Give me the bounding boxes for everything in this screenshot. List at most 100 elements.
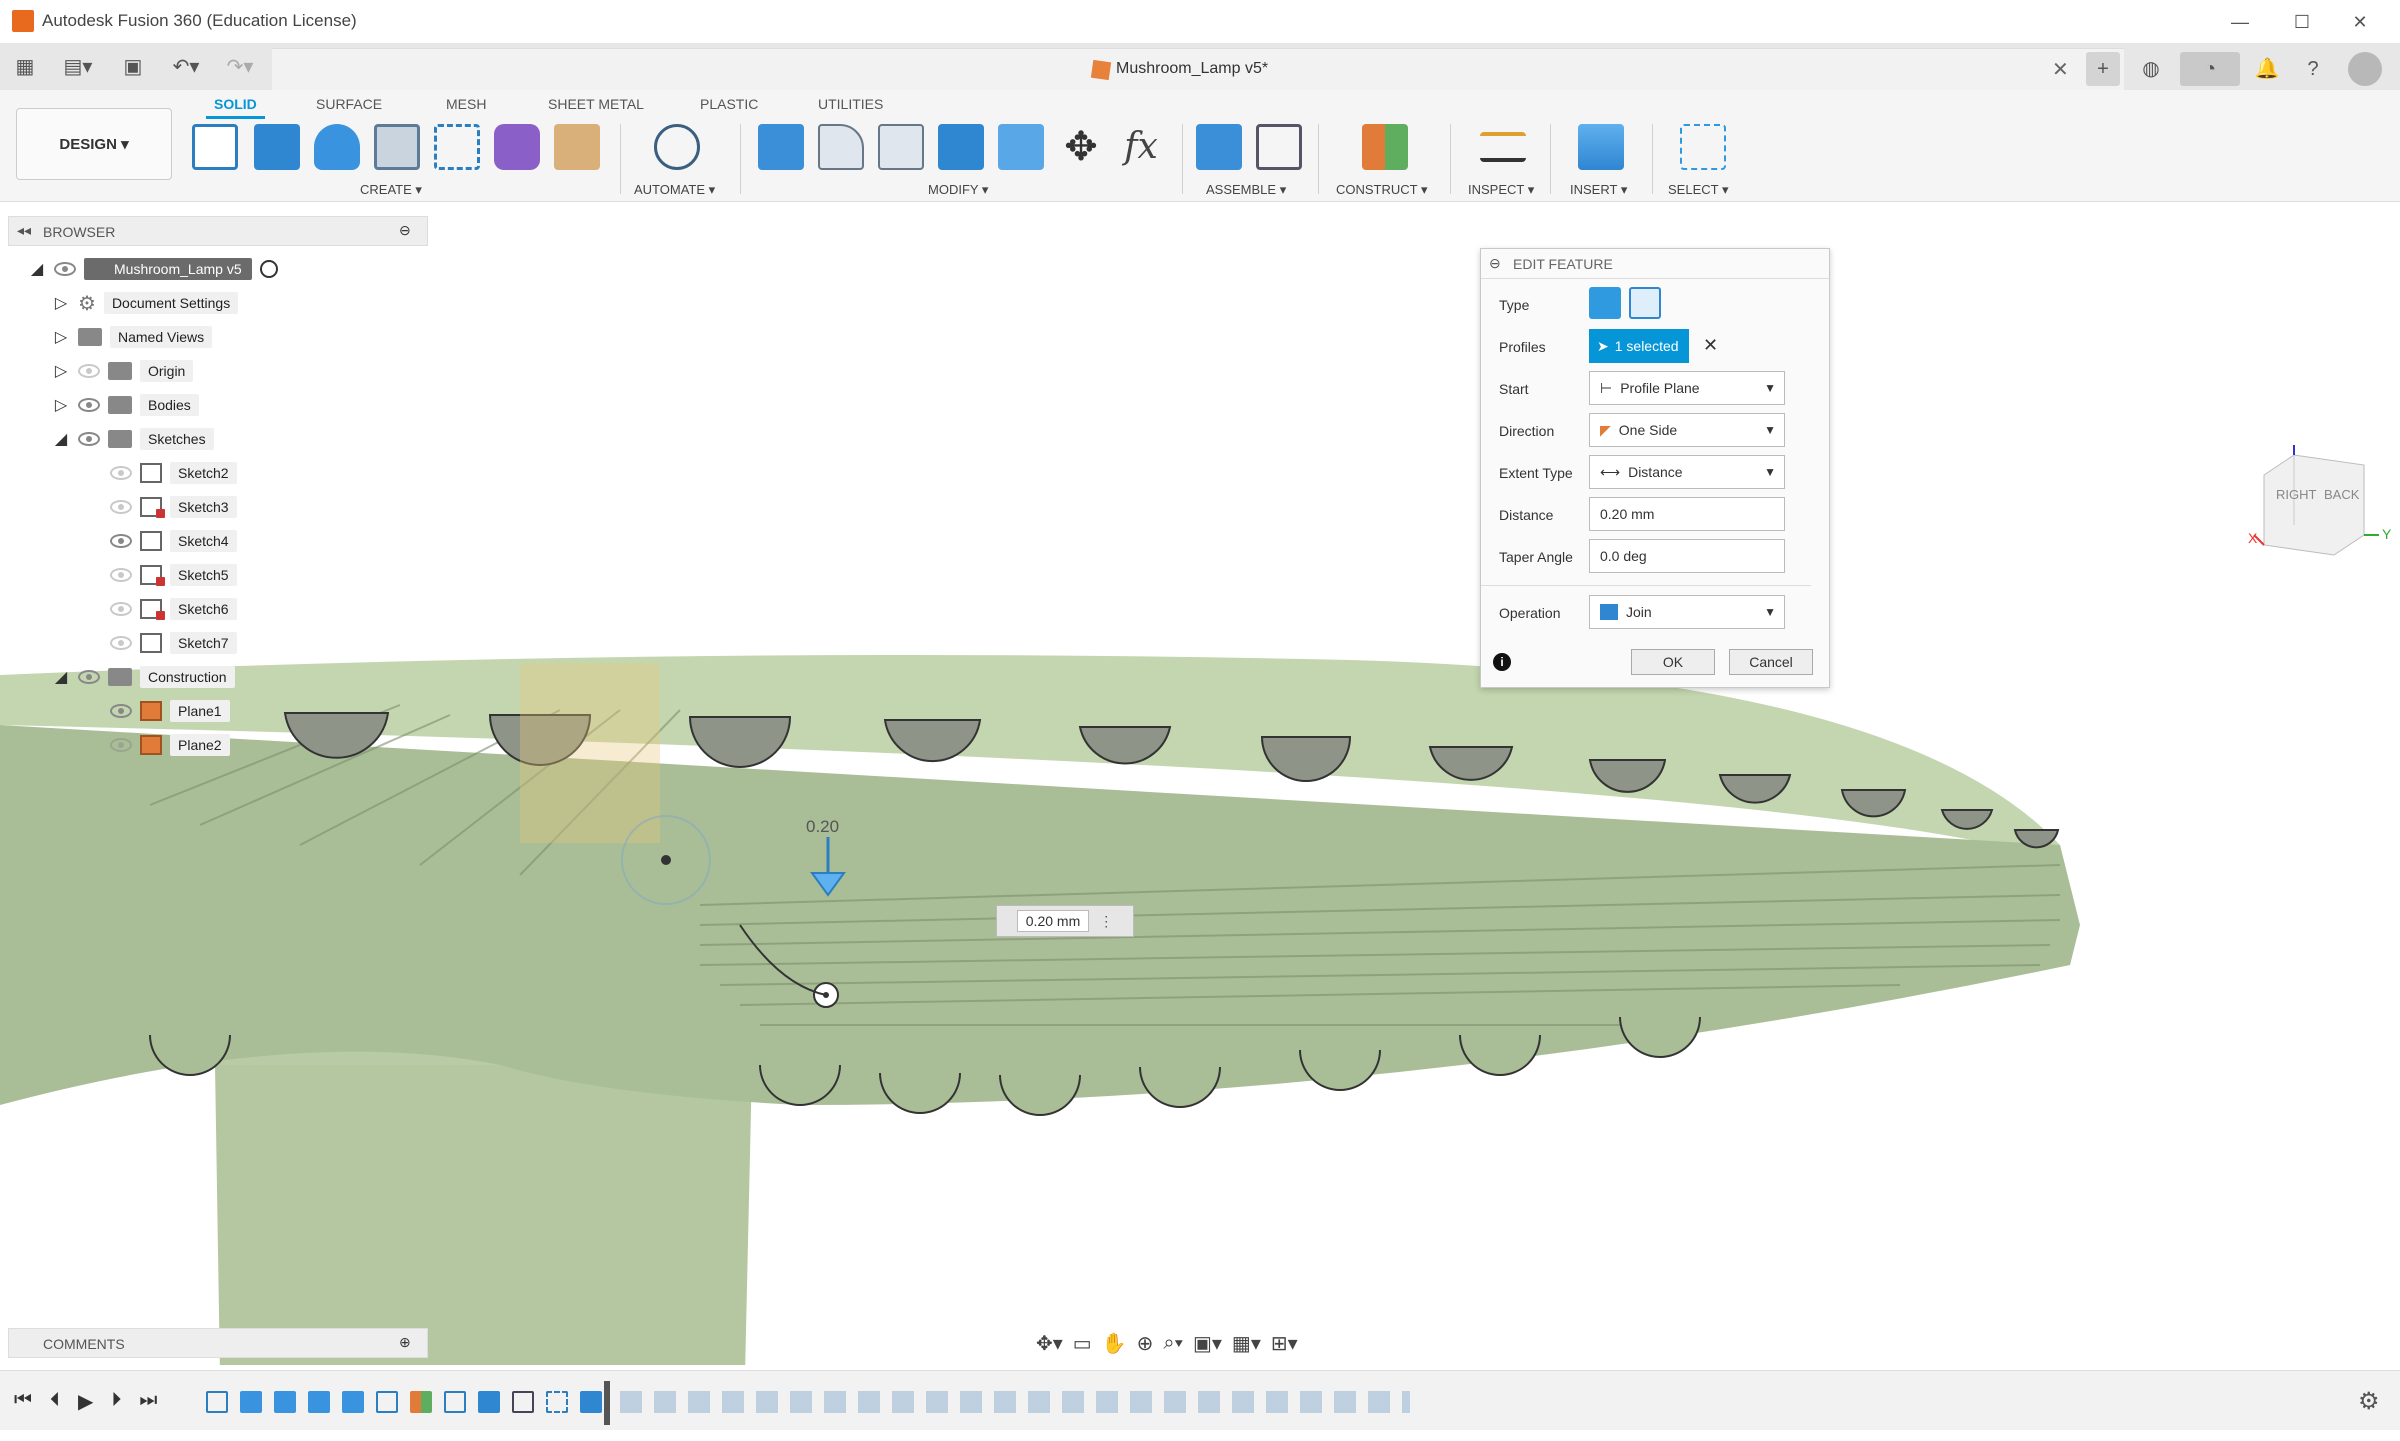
tab-plastic[interactable]: PLASTIC [700, 96, 758, 112]
distance-input[interactable]: 0.20 mm [1589, 497, 1785, 531]
visibility-eye-icon[interactable] [110, 534, 132, 548]
select-box-icon[interactable] [1680, 124, 1726, 170]
undo-icon[interactable]: ↶▾ [166, 54, 206, 80]
display-settings-icon[interactable]: ▣▾ [1193, 1331, 1222, 1356]
new-tab-icon[interactable]: + [2086, 52, 2120, 86]
automate-icon[interactable] [654, 124, 700, 170]
tree-item-bodies[interactable]: ▷ Bodies [28, 390, 278, 420]
timeline-pattern-icon[interactable] [512, 1391, 534, 1413]
viewports-icon[interactable]: ⊞▾ [1271, 1331, 1298, 1356]
close-window-button[interactable]: ✕ [2340, 6, 2380, 38]
timeline-revolve-icon[interactable] [342, 1391, 364, 1413]
tree-item-sketch[interactable]: Sketch4 [28, 526, 278, 556]
form-icon[interactable] [494, 124, 540, 170]
timeline-revolve-icon[interactable] [274, 1391, 296, 1413]
activate-component-icon[interactable] [259, 260, 278, 278]
select-group-label[interactable]: SELECT ▾ [1668, 182, 1728, 198]
visibility-eye-icon[interactable] [110, 636, 132, 650]
taper-angle-input[interactable]: 0.0 deg [1589, 539, 1785, 573]
press-pull-icon[interactable] [758, 124, 804, 170]
create-sketch-icon[interactable] [192, 124, 238, 170]
visibility-eye-icon[interactable] [54, 262, 76, 276]
apps-grid-icon[interactable]: ▦ [12, 54, 38, 80]
close-tab-icon[interactable]: ✕ [2052, 57, 2069, 82]
parameters-icon[interactable]: fx [1118, 124, 1164, 170]
extrude-type-thin-icon[interactable] [1629, 287, 1661, 319]
construct-group-label[interactable]: CONSTRUCT ▾ [1336, 182, 1428, 198]
tree-item-plane[interactable]: Plane2 [28, 730, 278, 760]
notifications-icon[interactable]: 🔔 [2250, 52, 2284, 86]
timeline-settings-gear-icon[interactable]: ⚙ [2358, 1387, 2380, 1416]
extrude-icon[interactable] [254, 124, 300, 170]
tab-solid[interactable]: SOLID [206, 96, 265, 119]
visibility-eye-icon[interactable] [110, 500, 132, 514]
joint-icon[interactable] [1256, 124, 1302, 170]
extensions-icon[interactable]: ◍ [2134, 52, 2168, 86]
visibility-eye-icon[interactable] [110, 568, 132, 582]
revolve-icon[interactable] [314, 124, 360, 170]
combine-icon[interactable] [938, 124, 984, 170]
profiles-selection-button[interactable]: ➤ 1 selected [1589, 329, 1689, 363]
redo-icon[interactable]: ↷▾ [220, 54, 260, 80]
derive-icon[interactable] [554, 124, 600, 170]
canvas-viewport[interactable]: X Y RIGHT BACK 0.20 0.20 mm ⋮ [0, 205, 2400, 1375]
visibility-eye-icon[interactable] [110, 738, 132, 752]
collapse-icon[interactable]: ◢ [28, 259, 46, 279]
help-icon[interactable]: ? [2296, 52, 2330, 86]
timeline-sketch-icon[interactable] [206, 1391, 228, 1413]
inspect-group-label[interactable]: INSPECT ▾ [1468, 182, 1534, 198]
collapse-dialog-icon[interactable]: ⊖ [1489, 255, 1501, 272]
add-comment-icon[interactable]: ⊕ [399, 1334, 411, 1351]
automate-group-label[interactable]: AUTOMATE ▾ [634, 182, 715, 198]
modify-group-label[interactable]: MODIFY ▾ [928, 182, 988, 198]
pan-icon[interactable]: ✋ [1102, 1331, 1127, 1356]
timeline-extrude-icon[interactable] [580, 1391, 602, 1413]
root-component-label[interactable]: Mushroom_Lamp v5 [84, 258, 252, 280]
move-icon[interactable]: ✥ [1058, 124, 1104, 170]
step-back-icon[interactable]: ⏴ [50, 1389, 60, 1414]
tab-mesh[interactable]: MESH [446, 96, 486, 112]
tree-item-named-views[interactable]: ▷ Named Views [28, 322, 278, 352]
new-component-icon[interactable] [1196, 124, 1242, 170]
browser-options-icon[interactable]: ⊖ [399, 222, 411, 239]
job-status-icon[interactable]: ◔ [2180, 52, 2240, 86]
fit-icon[interactable]: ⌕▾ [1163, 1332, 1183, 1355]
tree-item-sketch[interactable]: Sketch7 [28, 628, 278, 658]
play-icon[interactable]: ▶ [78, 1389, 93, 1414]
insert-image-icon[interactable] [1578, 124, 1624, 170]
tree-item-origin[interactable]: ▷ Origin [28, 356, 278, 386]
visibility-eye-icon[interactable] [78, 364, 100, 378]
workspace-switcher[interactable]: DESIGN ▾ [16, 108, 172, 180]
tree-item-sketch[interactable]: Sketch3 [28, 492, 278, 522]
chamfer-icon[interactable] [878, 124, 924, 170]
file-menu-icon[interactable]: ▤▾ [58, 54, 98, 80]
visibility-eye-icon[interactable] [78, 398, 100, 412]
clear-selection-icon[interactable]: ✕ [1703, 335, 1718, 356]
tree-item-sketch[interactable]: Sketch6 [28, 594, 278, 624]
tree-item-sketches[interactable]: ◢ Sketches [28, 424, 278, 454]
expand-icon[interactable]: ▷ [52, 293, 70, 313]
expand-icon[interactable]: ▷ [52, 361, 70, 381]
save-icon[interactable]: ▣ [120, 54, 146, 80]
info-icon[interactable]: i [1493, 653, 1511, 671]
split-body-icon[interactable] [998, 124, 1044, 170]
maximize-button[interactable]: ☐ [2282, 6, 2322, 38]
collapse-icon[interactable]: ◢ [52, 667, 70, 687]
expand-icon[interactable]: ▷ [52, 395, 70, 415]
go-to-end-icon[interactable]: ⏭ [139, 1389, 157, 1414]
visibility-eye-icon[interactable] [110, 466, 132, 480]
operation-select[interactable]: Join ▼ [1589, 595, 1785, 629]
go-to-start-icon[interactable]: ⏮ [14, 1389, 32, 1414]
tree-item-sketch[interactable]: Sketch5 [28, 560, 278, 590]
tree-item-construction[interactable]: ◢ Construction [28, 662, 278, 692]
step-forward-icon[interactable]: ⏵ [111, 1389, 121, 1414]
timeline-sketch-icon[interactable] [376, 1391, 398, 1413]
measure-icon[interactable] [1480, 132, 1526, 162]
timeline-sketch-icon[interactable] [444, 1391, 466, 1413]
assemble-group-label[interactable]: ASSEMBLE ▾ [1206, 182, 1286, 198]
extrude-type-solid-icon[interactable] [1589, 287, 1621, 319]
timeline-plane-icon[interactable] [410, 1391, 432, 1413]
suppressed-features[interactable] [620, 1391, 1410, 1413]
user-avatar[interactable] [2348, 52, 2382, 86]
grid-icon[interactable]: ▦▾ [1232, 1331, 1261, 1356]
